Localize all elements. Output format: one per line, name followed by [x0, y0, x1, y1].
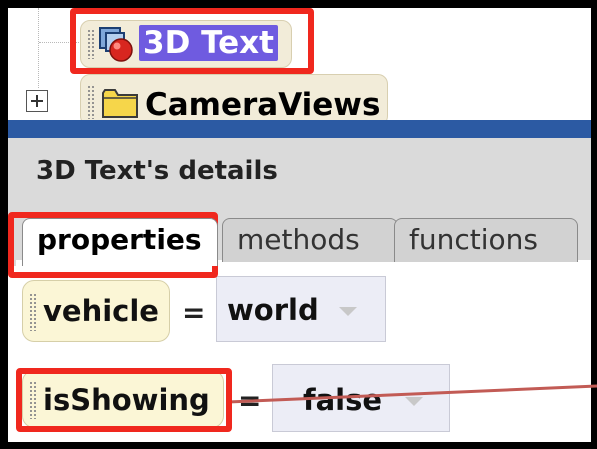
- details-header: 3D Text's details: [8, 138, 591, 206]
- chevron-down-icon: [405, 397, 423, 406]
- chevron-down-icon: [339, 307, 357, 316]
- tab-functions[interactable]: functions: [394, 218, 578, 262]
- vehicle-dropdown[interactable]: world: [216, 276, 386, 342]
- selected-label: 3D Text: [139, 25, 278, 61]
- properties-panel: vehicle = world isShowing = false: [8, 266, 591, 442]
- object-tree: 3D Text CameraViews: [8, 8, 591, 126]
- drag-handle-icon[interactable]: [29, 293, 37, 331]
- tree-item-cameraviews[interactable]: CameraViews: [80, 74, 388, 126]
- tab-label: properties: [37, 223, 202, 256]
- tab-properties[interactable]: properties: [22, 218, 218, 266]
- dropdown-value: world: [227, 293, 319, 327]
- drag-handle-icon[interactable]: [87, 85, 95, 119]
- property-name: vehicle: [43, 294, 159, 328]
- tree-item-label: CameraViews: [145, 87, 381, 123]
- tab-label: functions: [409, 223, 538, 256]
- property-name: isShowing: [43, 383, 210, 417]
- tree-connector: [38, 8, 39, 88]
- details-tabs: properties methods functions: [8, 206, 591, 266]
- property-vehicle-tile[interactable]: vehicle: [22, 280, 170, 342]
- tree-item-3d-text[interactable]: 3D Text: [80, 20, 292, 68]
- folder-icon: [102, 89, 138, 118]
- expand-plus-icon[interactable]: [26, 90, 48, 112]
- equals-sign: =: [182, 296, 206, 329]
- tab-methods[interactable]: methods: [222, 218, 398, 262]
- tree-item-label: 3D Text: [139, 25, 278, 61]
- drag-handle-icon[interactable]: [29, 381, 37, 419]
- panel-divider[interactable]: [8, 120, 591, 138]
- tree-connector: [39, 42, 79, 43]
- dropdown-value: false: [303, 383, 383, 417]
- 3d-object-icon: [99, 27, 133, 62]
- details-title: 3D Text's details: [36, 156, 278, 186]
- drag-handle-icon[interactable]: [87, 29, 95, 59]
- property-isshowing-tile[interactable]: isShowing: [22, 370, 224, 428]
- equals-sign: =: [238, 384, 262, 417]
- tab-label: methods: [237, 223, 360, 256]
- isshowing-dropdown[interactable]: false: [272, 364, 450, 432]
